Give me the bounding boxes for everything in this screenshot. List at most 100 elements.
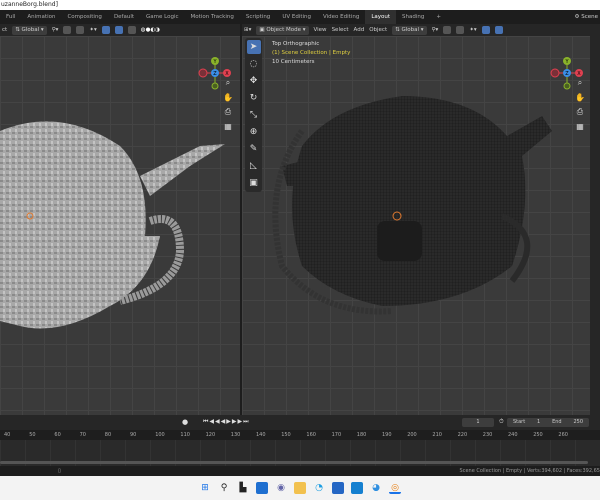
proportional-edit-icon[interactable]: [456, 26, 465, 34]
tab-uv-editing[interactable]: UV Editing: [276, 10, 317, 24]
menu-object[interactable]: Object: [369, 27, 387, 33]
gizmo-toggle-icon[interactable]: [481, 26, 490, 34]
scene-selector[interactable]: ⚙ Scene: [575, 10, 598, 24]
pivot-icon[interactable]: ⚲▾: [52, 27, 59, 33]
visibility-icon[interactable]: ✦▾: [469, 27, 476, 33]
right-viewport-header: ⊞▾ ▣ Object Mode ▾ View Select Add Objec…: [242, 24, 600, 36]
tab-scripting[interactable]: Scripting: [240, 10, 276, 24]
ruler-tick: 50: [29, 432, 36, 438]
camera-icon[interactable]: ⎙: [225, 107, 231, 117]
menu-view[interactable]: View: [314, 27, 327, 33]
tab-game-logic[interactable]: Game Logic: [140, 10, 185, 24]
ruler-tick: 70: [79, 432, 86, 438]
tab-layout[interactable]: Layout: [365, 10, 397, 24]
frame-range[interactable]: Start 1 End 250: [507, 418, 589, 427]
record-icon[interactable]: ●: [182, 418, 188, 426]
tab-compositing[interactable]: Compositing: [61, 10, 107, 24]
dell-icon[interactable]: [351, 482, 363, 494]
add-cube-tool-icon[interactable]: ▣: [247, 176, 261, 190]
gizmo-neg-y-axis[interactable]: [211, 82, 219, 90]
measure-tool-icon[interactable]: ◺: [247, 159, 261, 173]
view-nav-icons: ⌕ ✋ ⎙ ▦: [223, 78, 233, 131]
tab-full[interactable]: Full: [0, 10, 21, 24]
solid-mesh: [0, 121, 225, 329]
ruler-tick: 110: [180, 432, 190, 438]
gizmo-neg-x-axis[interactable]: [550, 68, 560, 78]
timeline-area[interactable]: [0, 440, 600, 466]
gizmo-neg-x-axis[interactable]: [198, 68, 208, 78]
snap-icon[interactable]: [63, 26, 72, 34]
windows-taskbar: ⊞ ⚲ ▙ ◉ ◔ ◕ ◎: [0, 476, 600, 500]
select-menu[interactable]: ct: [2, 27, 7, 33]
mode-dropdown[interactable]: ▣ Object Mode ▾: [256, 25, 309, 35]
stopwatch-icon[interactable]: ⏱: [499, 418, 504, 426]
chat-icon[interactable]: ◉: [275, 482, 287, 494]
editor-type-icon[interactable]: ⊞▾: [244, 27, 251, 33]
start-icon[interactable]: ⊞: [199, 482, 211, 494]
grid-view-icon[interactable]: ▦: [576, 122, 584, 131]
zoom-icon[interactable]: ⌕: [226, 78, 230, 88]
overlay-toggle-icon[interactable]: [114, 26, 123, 34]
tab-default[interactable]: Default: [108, 10, 140, 24]
gizmo-toggle-icon[interactable]: [101, 26, 110, 34]
left-viewport[interactable]: Y X Z ⌕ ✋ ⎙ ▦: [0, 36, 240, 415]
proportional-edit-icon[interactable]: [76, 26, 85, 34]
ruler-tick: 190: [382, 432, 392, 438]
area-divider[interactable]: [240, 24, 242, 415]
sidebar-tabs[interactable]: [590, 36, 600, 415]
start-frame[interactable]: 1: [537, 418, 540, 427]
select-tool-icon[interactable]: ➤: [246, 40, 261, 54]
tab-animation[interactable]: Animation: [21, 10, 61, 24]
file-explorer-icon[interactable]: [294, 482, 306, 494]
blender-icon[interactable]: ◎: [389, 482, 401, 494]
menu-select[interactable]: Select: [332, 27, 349, 33]
grid-view-icon[interactable]: ▦: [224, 122, 232, 131]
mouse-icon: ▯: [58, 468, 61, 474]
edge-beta-icon[interactable]: ◕: [370, 482, 382, 494]
playback-controls[interactable]: ⏮◀◀◀▶▶▶⏭: [203, 418, 250, 426]
zoom-icon[interactable]: ⌕: [578, 78, 582, 88]
shading-modes[interactable]: ◍●◐◑: [141, 27, 160, 33]
scale-tool-icon[interactable]: ⤡: [247, 108, 261, 122]
overlay-toggle-icon[interactable]: [494, 26, 503, 34]
status-bar: ▯ Scene Collection | Empty | Verts:394,6…: [0, 466, 600, 476]
xray-icon[interactable]: [127, 26, 136, 34]
end-frame[interactable]: 250: [573, 418, 583, 427]
cursor-tool-icon[interactable]: ◌: [247, 57, 261, 71]
tab-shading[interactable]: Shading: [396, 10, 430, 24]
annotate-tool-icon[interactable]: ✎: [247, 142, 261, 156]
rotate-tool-icon[interactable]: ↻: [247, 91, 261, 105]
tab-motion-tracking[interactable]: Motion Tracking: [185, 10, 240, 24]
task-view-icon[interactable]: ▙: [237, 482, 249, 494]
orientation-dropdown[interactable]: ⇅ Global ▾: [392, 25, 427, 35]
tab--[interactable]: +: [430, 10, 447, 24]
orientation-dropdown[interactable]: ⇅ Global ▾: [12, 25, 47, 35]
ruler-tick: 140: [256, 432, 266, 438]
menu-add[interactable]: Add: [354, 27, 365, 33]
snap-icon[interactable]: [443, 26, 452, 34]
timeline-scrollbar[interactable]: [0, 461, 588, 464]
right-viewport[interactable]: Y X Z ⌕ ✋ ⎙ ▦: [242, 36, 590, 415]
ruler-tick: 90: [130, 432, 137, 438]
current-frame-field[interactable]: 1: [462, 418, 494, 427]
gizmo-neg-y-axis[interactable]: [563, 82, 571, 90]
visibility-icon[interactable]: ✦▾: [89, 27, 96, 33]
hand-pan-icon[interactable]: ✋: [223, 93, 233, 102]
hand-pan-icon[interactable]: ✋: [575, 93, 585, 102]
widgets-icon[interactable]: [256, 482, 268, 494]
ruler-tick: 230: [482, 432, 493, 438]
ruler-tick: 260: [558, 432, 568, 438]
pivot-icon[interactable]: ⚲▾: [432, 27, 439, 33]
ruler-tick: 210: [432, 432, 442, 438]
transform-tool-icon[interactable]: ⊕: [247, 125, 261, 139]
store-icon[interactable]: [332, 482, 344, 494]
tab-video-editing[interactable]: Video Editing: [317, 10, 365, 24]
ruler-tick: 60: [54, 432, 61, 438]
workspace-tabs: Full Animation Compositing Default Game Logi…: [0, 10, 600, 24]
edge-icon[interactable]: ◔: [313, 482, 325, 494]
wireframe-mesh: [272, 96, 552, 315]
search-icon[interactable]: ⚲: [218, 482, 230, 494]
move-tool-icon[interactable]: ✥: [247, 74, 261, 88]
camera-icon[interactable]: ⎙: [577, 107, 583, 117]
timeline-ruler[interactable]: 40 50 60 70 80 90 100 110 120 130 140 150 160 170 180 1…: [0, 430, 600, 440]
